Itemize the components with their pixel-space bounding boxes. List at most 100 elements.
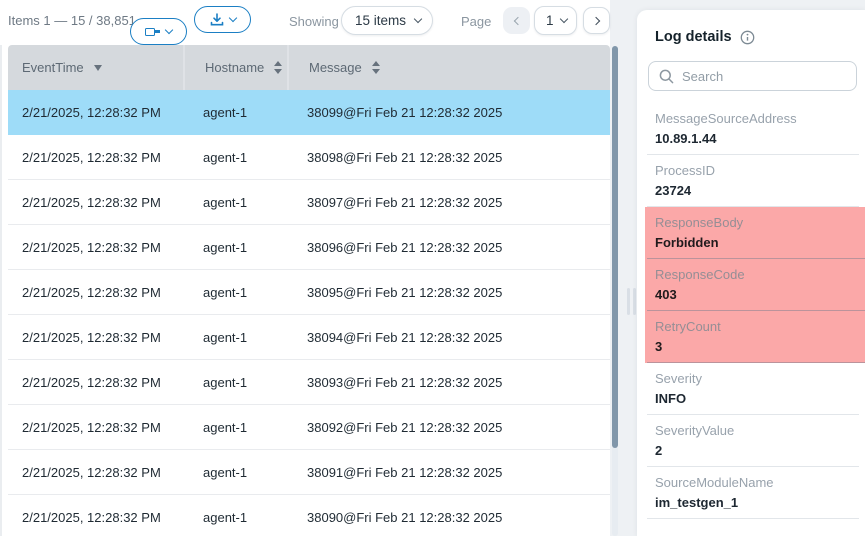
cell-message: 38093@Fri Feb 21 12:28:32 2025	[287, 360, 610, 404]
cell-hostname: agent-1	[183, 360, 287, 404]
search-icon	[659, 69, 674, 84]
cell-message: 38090@Fri Feb 21 12:28:32 2025	[287, 495, 610, 536]
sort-icon[interactable]	[274, 61, 282, 74]
table-row[interactable]: 2/21/2025, 12:28:32 PM agent-1 38097@Fri…	[8, 180, 610, 225]
panel-resize-handle[interactable]	[627, 288, 636, 315]
detail-field-value: 403	[655, 287, 859, 302]
chevron-down-icon	[414, 15, 422, 23]
cell-eventtime: 2/21/2025, 12:28:32 PM	[8, 495, 183, 536]
chevron-down-icon	[228, 14, 236, 22]
column-header-eventtime[interactable]: EventTime	[8, 45, 183, 90]
detail-field-key: SourceModuleName	[655, 475, 859, 490]
table-row[interactable]: 2/21/2025, 12:28:32 PM agent-1 38099@Fri…	[8, 90, 610, 135]
items-summary: Items 1 — 15 / 38,851	[8, 13, 136, 28]
log-viewer-app: Items 1 — 15 / 38,851 Showing 15 items P…	[0, 0, 865, 536]
table-row[interactable]: 2/21/2025, 12:28:32 PM agent-1 38092@Fri…	[8, 405, 610, 450]
cell-message: 38098@Fri Feb 21 12:28:32 2025	[287, 135, 610, 179]
cell-eventtime: 2/21/2025, 12:28:32 PM	[8, 225, 183, 269]
detail-field: SourceModuleName im_testgen_1	[637, 467, 865, 519]
detail-field-key: MessageSourceAddress	[655, 111, 859, 126]
column-label: EventTime	[22, 60, 84, 75]
cell-hostname: agent-1	[183, 405, 287, 449]
column-label: Hostname	[205, 60, 264, 75]
column-header-hostname[interactable]: Hostname	[183, 45, 287, 90]
cell-message: 38094@Fri Feb 21 12:28:32 2025	[287, 315, 610, 359]
cell-eventtime: 2/21/2025, 12:28:32 PM	[8, 360, 183, 404]
detail-field: ResponseBody Forbidden	[645, 207, 865, 259]
cell-hostname: agent-1	[183, 135, 287, 179]
panel-header: Log details	[637, 10, 865, 45]
info-icon[interactable]	[740, 30, 755, 45]
download-icon	[210, 13, 224, 26]
table-row[interactable]: 2/21/2025, 12:28:32 PM agent-1 38095@Fri…	[8, 270, 610, 315]
page-label: Page	[461, 14, 491, 29]
table-row[interactable]: 2/21/2025, 12:28:32 PM agent-1 38091@Fri…	[8, 450, 610, 495]
cell-message: 38091@Fri Feb 21 12:28:32 2025	[287, 450, 610, 494]
detail-field-key: ResponseCode	[655, 267, 859, 282]
sort-descending-icon[interactable]	[94, 65, 102, 71]
panel-title: Log details	[655, 29, 732, 45]
detail-field-value: 23724	[655, 183, 859, 198]
cell-hostname: agent-1	[183, 495, 287, 536]
sort-icon[interactable]	[372, 61, 380, 74]
field-settings-icon	[145, 28, 160, 36]
chevron-left-icon	[513, 16, 521, 24]
chevron-down-icon	[559, 15, 567, 23]
cell-eventtime: 2/21/2025, 12:28:32 PM	[8, 450, 183, 494]
cell-message: 38092@Fri Feb 21 12:28:32 2025	[287, 405, 610, 449]
page-number-value: 1	[546, 13, 554, 28]
details-fields: MessageSourceAddress 10.89.1.44 ProcessI…	[637, 103, 865, 519]
download-button[interactable]	[194, 6, 251, 33]
page-size-select[interactable]: 15 items	[341, 6, 433, 35]
details-search	[648, 61, 857, 91]
table-scrollbar	[612, 46, 618, 536]
cell-eventtime: 2/21/2025, 12:28:32 PM	[8, 180, 183, 224]
table-row[interactable]: 2/21/2025, 12:28:32 PM agent-1 38096@Fri…	[8, 225, 610, 270]
cell-message: 38096@Fri Feb 21 12:28:32 2025	[287, 225, 610, 269]
cell-eventtime: 2/21/2025, 12:28:32 PM	[8, 405, 183, 449]
chevron-down-icon	[165, 26, 173, 34]
detail-field: ProcessID 23724	[637, 155, 865, 207]
cell-eventtime: 2/21/2025, 12:28:32 PM	[8, 90, 183, 134]
detail-field: MessageSourceAddress 10.89.1.44	[637, 103, 865, 155]
column-header-message[interactable]: Message	[287, 45, 610, 90]
scrollbar-thumb[interactable]	[612, 46, 618, 448]
detail-field-key: RetryCount	[655, 319, 859, 334]
page-number-select[interactable]: 1	[534, 6, 577, 35]
cell-hostname: agent-1	[183, 90, 287, 134]
table-row[interactable]: 2/21/2025, 12:28:32 PM agent-1 38090@Fri…	[8, 495, 610, 536]
table-row[interactable]: 2/21/2025, 12:28:32 PM agent-1 38094@Fri…	[8, 315, 610, 360]
cell-eventtime: 2/21/2025, 12:28:32 PM	[8, 315, 183, 359]
chevron-right-icon	[591, 16, 599, 24]
detail-field-value: 2	[655, 443, 859, 458]
detail-field-value: 10.89.1.44	[655, 131, 859, 146]
detail-field: ResponseCode 403	[645, 259, 865, 311]
previous-page-button[interactable]	[503, 7, 530, 34]
search-input[interactable]	[682, 69, 856, 84]
showing-label: Showing	[289, 14, 339, 29]
column-label: Message	[309, 60, 362, 75]
table-row[interactable]: 2/21/2025, 12:28:32 PM agent-1 38098@Fri…	[8, 135, 610, 180]
detail-field-value: Forbidden	[655, 235, 859, 250]
table-row[interactable]: 2/21/2025, 12:28:32 PM agent-1 38093@Fri…	[8, 360, 610, 405]
table-body: 2/21/2025, 12:28:32 PM agent-1 38099@Fri…	[8, 90, 610, 536]
left-edge-divider	[0, 45, 2, 536]
cell-message: 38099@Fri Feb 21 12:28:32 2025	[287, 90, 610, 134]
detail-field-key: ProcessID	[655, 163, 859, 178]
detail-field-key: SeverityValue	[655, 423, 859, 438]
cell-message: 38097@Fri Feb 21 12:28:32 2025	[287, 180, 610, 224]
detail-field: RetryCount 3	[645, 311, 865, 363]
cell-hostname: agent-1	[183, 225, 287, 269]
log-details-panel: Log details MessageSourceAddress 10.89.1…	[637, 10, 865, 536]
next-page-button[interactable]	[583, 7, 610, 34]
detail-field-value: 3	[655, 339, 859, 354]
log-table-area: Items 1 — 15 / 38,851 Showing 15 items P…	[8, 0, 610, 536]
detail-field: Severity INFO	[637, 363, 865, 415]
detail-field: SeverityValue 2	[637, 415, 865, 467]
cell-message: 38095@Fri Feb 21 12:28:32 2025	[287, 270, 610, 314]
field-settings-button[interactable]	[130, 18, 187, 45]
cell-hostname: agent-1	[183, 270, 287, 314]
detail-field-key: Severity	[655, 371, 859, 386]
detail-field-key: ResponseBody	[655, 215, 859, 230]
cell-eventtime: 2/21/2025, 12:28:32 PM	[8, 270, 183, 314]
